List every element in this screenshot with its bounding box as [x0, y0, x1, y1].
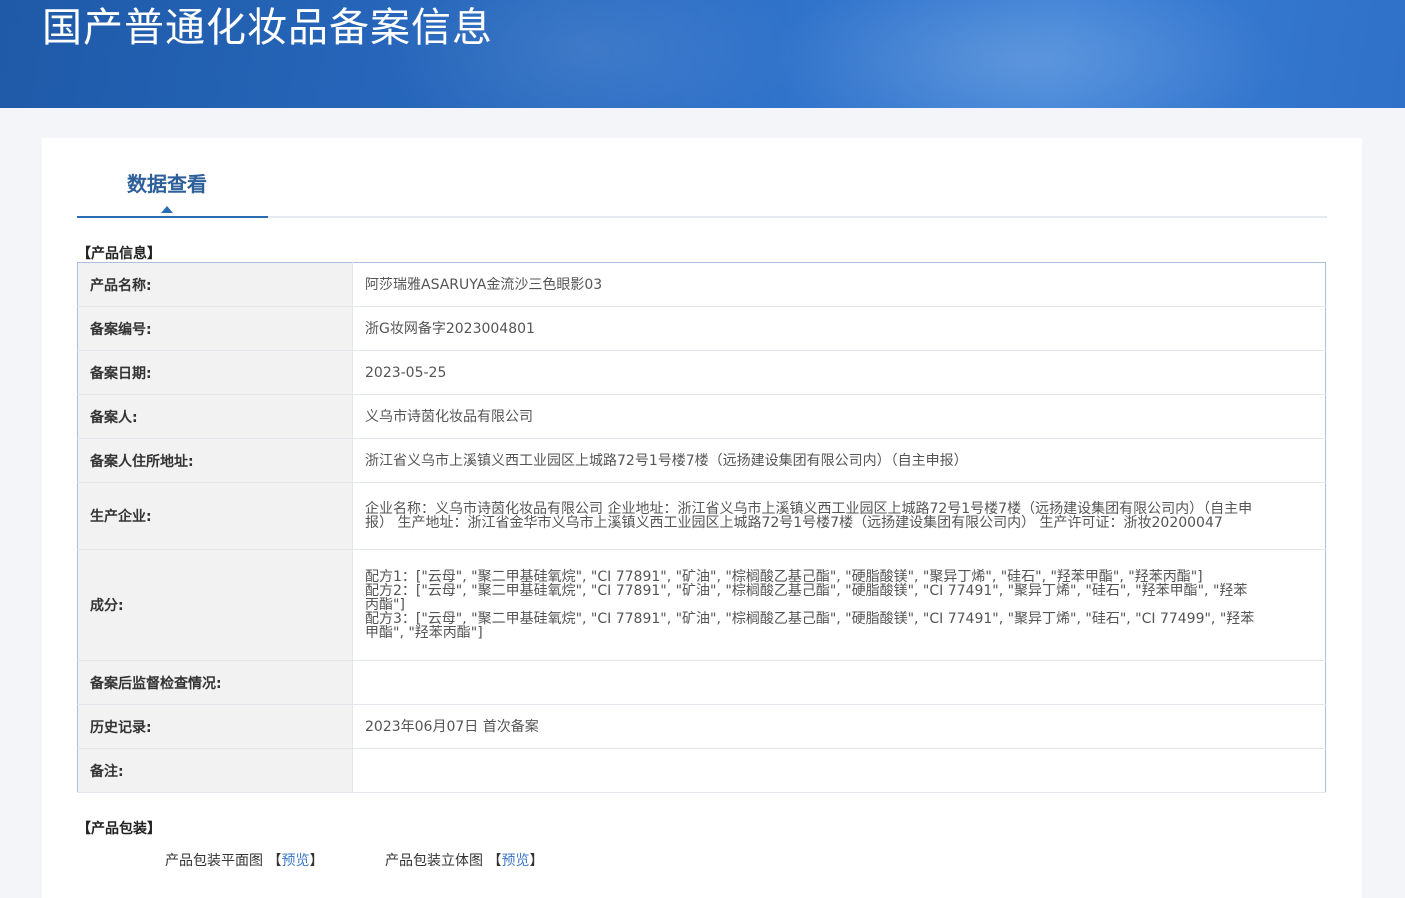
table-row: 成分: 配方1：["云母", "聚二甲基硅氧烷", "CI 77891", "矿… [77, 549, 1326, 661]
table-row: 历史记录: 2023年06月07日 首次备案 [77, 704, 1326, 749]
table-row: 产品名称: 阿莎瑞雅ASARUYA金流沙三色眼影03 [77, 262, 1326, 307]
product-info-heading: 【产品信息】 [77, 246, 161, 262]
inspection-value [352, 660, 1326, 705]
table-row: 备案编号: 浙G妆网备字2023004801 [77, 306, 1326, 351]
product-name-value: 阿莎瑞雅ASARUYA金流沙三色眼影03 [352, 262, 1326, 307]
packaging-stereo-item: 产品包装立体图 【预览】 [385, 850, 543, 870]
history-value: 2023年06月07日 首次备案 [352, 704, 1326, 749]
preview-flat-link[interactable]: 预览 [281, 853, 309, 869]
banner-glow [765, 0, 1285, 108]
manufacturer-value: 企业名称：义乌市诗茵化妆品有限公司 企业地址：浙江省义乌市上溪镇义西工业园区上城… [352, 482, 1326, 550]
remarks-value [352, 748, 1326, 793]
bracket-close: 】 [529, 853, 544, 869]
packaging-flat-item: 产品包装平面图 【预览】 [165, 850, 323, 870]
registrant-address-value: 浙江省义乌市上溪镇义西工业园区上城路72号1号楼7楼（远扬建设集团有限公司内）（… [352, 438, 1326, 483]
table-row: 备注: [77, 748, 1326, 793]
bracket-open: 【 [267, 853, 282, 869]
tab-data-view[interactable]: 数据查看 [77, 156, 268, 218]
content-card: 数据查看 【产品信息】 产品名称: 阿莎瑞雅ASARUYA金流沙三色眼影03 备… [42, 138, 1362, 898]
packaging-stereo-label: 产品包装立体图 [385, 853, 483, 869]
packaging-flat-label: 产品包装平面图 [165, 853, 263, 869]
row-label: 备案日期: [77, 350, 353, 395]
bracket-close: 】 [309, 853, 324, 869]
row-label: 备案人: [77, 394, 353, 439]
registrant-value: 义乌市诗茵化妆品有限公司 [352, 394, 1326, 439]
table-row: 备案人住所地址: 浙江省义乌市上溪镇义西工业园区上城路72号1号楼7楼（远扬建设… [77, 438, 1326, 483]
row-label: 历史记录: [77, 704, 353, 749]
record-number-value: 浙G妆网备字2023004801 [352, 306, 1326, 351]
row-label: 成分: [77, 549, 353, 661]
tab-bar: 数据查看 [77, 156, 1327, 218]
tab-caret-icon [161, 206, 173, 213]
row-label: 备案后监督检查情况: [77, 660, 353, 705]
ingredients-value: 配方1：["云母", "聚二甲基硅氧烷", "CI 77891", "矿油", … [352, 549, 1326, 661]
table-row: 备案人: 义乌市诗茵化妆品有限公司 [77, 394, 1326, 439]
tab-label: 数据查看 [127, 172, 207, 196]
record-date-value: 2023-05-25 [352, 350, 1326, 395]
table-row: 生产企业: 企业名称：义乌市诗茵化妆品有限公司 企业地址：浙江省义乌市上溪镇义西… [77, 482, 1326, 550]
row-label: 备注: [77, 748, 353, 793]
page-title: 国产普通化妆品备案信息 [42, 5, 493, 51]
packaging-heading: 【产品包装】 [77, 821, 161, 837]
row-label: 生产企业: [77, 482, 353, 550]
row-label: 产品名称: [77, 262, 353, 307]
preview-stereo-link[interactable]: 预览 [501, 853, 529, 869]
product-info-table: 产品名称: 阿莎瑞雅ASARUYA金流沙三色眼影03 备案编号: 浙G妆网备字2… [77, 262, 1326, 793]
bracket-open: 【 [487, 853, 502, 869]
table-row: 备案日期: 2023-05-25 [77, 350, 1326, 395]
table-row: 备案后监督检查情况: [77, 660, 1326, 705]
row-label: 备案编号: [77, 306, 353, 351]
header-banner: 国产普通化妆品备案信息 [0, 0, 1405, 108]
row-label: 备案人住所地址: [77, 438, 353, 483]
